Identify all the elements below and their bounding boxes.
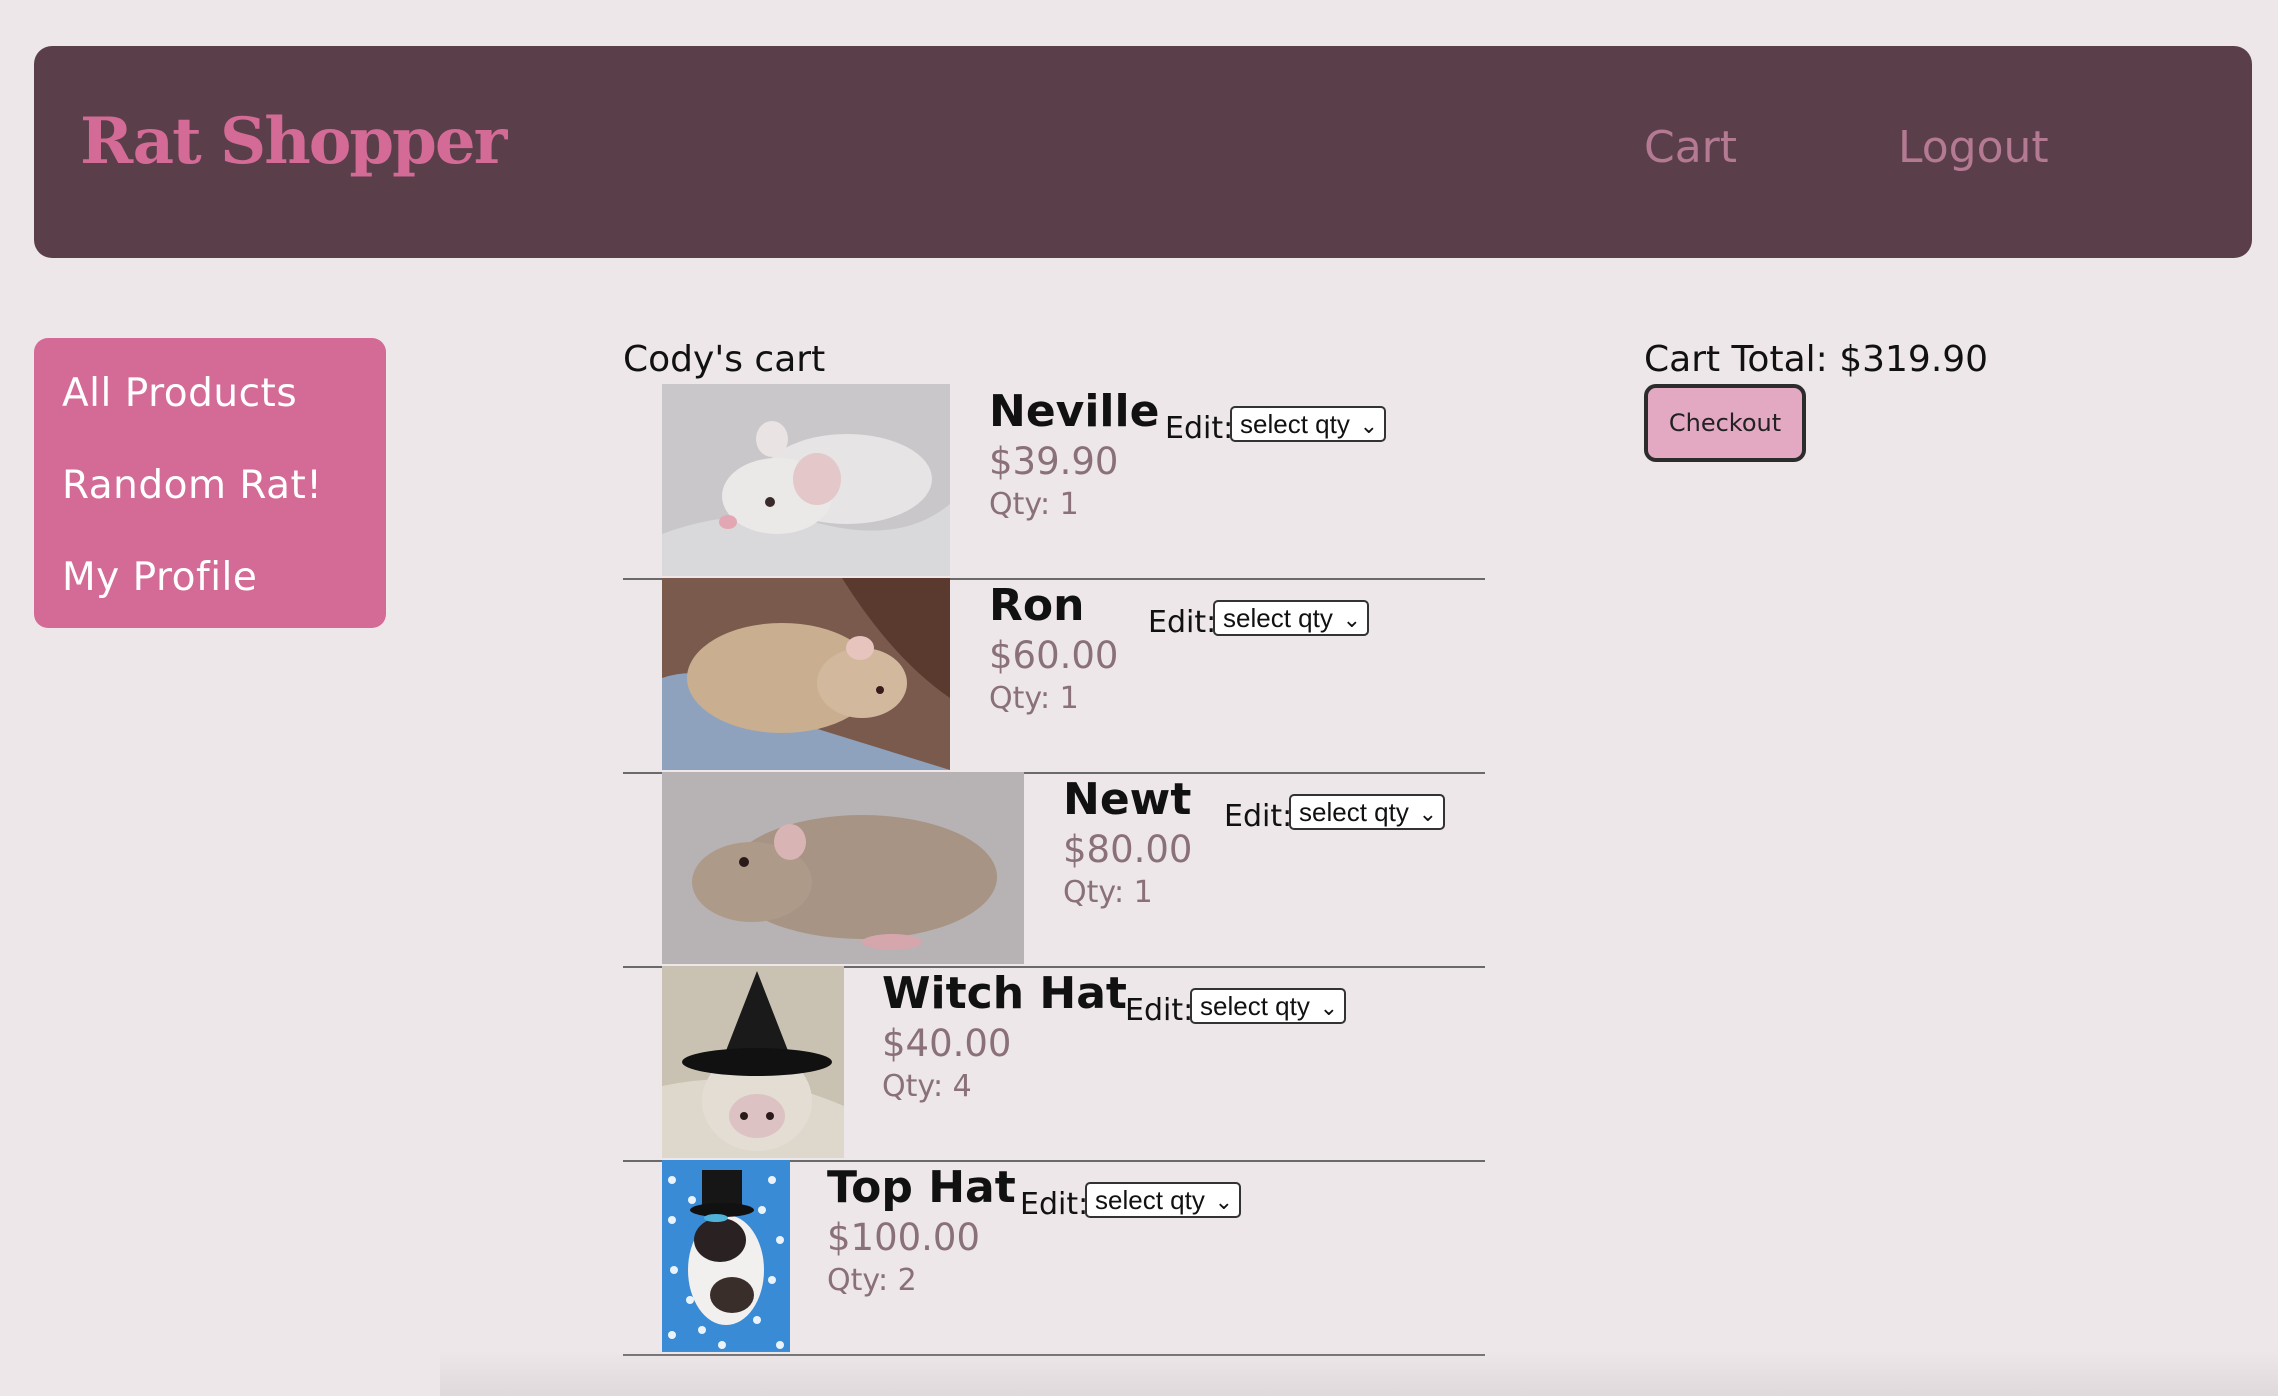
edit-label: Edit: <box>1125 993 1194 1028</box>
product-image-witch-hat[interactable] <box>662 966 844 1158</box>
item-name: Neville <box>989 386 1160 437</box>
cart-title: Cody's cart <box>623 339 826 380</box>
item-price: $39.90 <box>989 440 1119 483</box>
qty-select-value: select qty <box>1240 409 1350 439</box>
item-qty: Qty: 4 <box>882 1069 972 1104</box>
qty-select[interactable]: select qty ⌄ <box>1085 1182 1241 1218</box>
top-navbar: Rat Shopper Cart Logout <box>34 46 2252 258</box>
qty-select-value: select qty <box>1200 991 1310 1021</box>
edit-label: Edit: <box>1224 799 1293 834</box>
cart-item-newt: Newt $80.00 Qty: 1 Edit: select qty ⌄ <box>623 772 1485 968</box>
item-qty: Qty: 1 <box>989 487 1079 522</box>
cart-item-top-hat: Top Hat $100.00 Qty: 2 Edit: select qty … <box>623 1160 1485 1356</box>
checkout-button[interactable]: Checkout <box>1644 384 1806 462</box>
qty-select[interactable]: select qty ⌄ <box>1289 794 1445 830</box>
item-price: $40.00 <box>882 1022 1012 1065</box>
bottom-shadow <box>440 1350 2278 1396</box>
sidebar-item-my-profile[interactable]: My Profile <box>62 558 257 597</box>
item-name: Newt <box>1063 774 1192 825</box>
chevron-down-icon: ⌄ <box>1342 607 1361 632</box>
edit-label: Edit: <box>1148 605 1217 640</box>
item-price: $80.00 <box>1063 828 1193 871</box>
cart-item-neville: Neville $39.90 Qty: 1 Edit: select qty ⌄ <box>623 384 1485 580</box>
qty-select[interactable]: select qty ⌄ <box>1230 406 1386 442</box>
product-image-newt[interactable] <box>662 772 1024 964</box>
item-name: Ron <box>989 580 1085 631</box>
chevron-down-icon: ⌄ <box>1418 801 1437 826</box>
qty-select-value: select qty <box>1299 797 1409 827</box>
sidebar: All Products Random Rat! My Profile <box>34 338 386 628</box>
qty-select[interactable]: select qty ⌄ <box>1213 600 1369 636</box>
qty-select[interactable]: select qty ⌄ <box>1190 988 1346 1024</box>
site-logo[interactable]: Rat Shopper <box>80 110 507 174</box>
item-name: Witch Hat <box>882 968 1127 1019</box>
item-qty: Qty: 2 <box>827 1263 917 1298</box>
item-name: Top Hat <box>827 1162 1016 1213</box>
edit-label: Edit: <box>1165 411 1234 446</box>
product-image-top-hat[interactable] <box>662 1160 790 1352</box>
chevron-down-icon: ⌄ <box>1319 995 1338 1020</box>
qty-select-value: select qty <box>1095 1185 1205 1215</box>
item-price: $60.00 <box>989 634 1119 677</box>
nav-cart-link[interactable]: Cart <box>1644 126 1737 170</box>
chevron-down-icon: ⌄ <box>1359 413 1378 438</box>
sidebar-item-random-rat[interactable]: Random Rat! <box>62 466 322 505</box>
product-image-neville[interactable] <box>662 384 950 576</box>
nav-logout-link[interactable]: Logout <box>1898 126 2049 170</box>
cart-item-ron: Ron $60.00 Qty: 1 Edit: select qty ⌄ <box>623 578 1485 774</box>
sidebar-item-all-products[interactable]: All Products <box>62 374 297 413</box>
cart-total: Cart Total: $319.90 <box>1644 339 1989 380</box>
qty-select-value: select qty <box>1223 603 1333 633</box>
item-qty: Qty: 1 <box>989 681 1079 716</box>
cart-item-witch-hat: Witch Hat $40.00 Qty: 4 Edit: select qty… <box>623 966 1485 1162</box>
item-price: $100.00 <box>827 1216 981 1259</box>
chevron-down-icon: ⌄ <box>1214 1189 1233 1214</box>
item-qty: Qty: 1 <box>1063 875 1153 910</box>
product-image-ron[interactable] <box>662 578 950 770</box>
edit-label: Edit: <box>1020 1187 1089 1222</box>
